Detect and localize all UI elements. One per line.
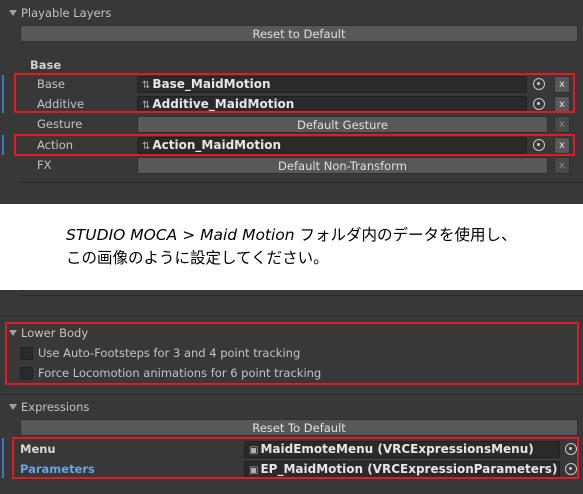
divider xyxy=(20,295,583,296)
bottom-panel: Lower Body Use Auto-Footsteps for 3 and … xyxy=(0,290,583,494)
note-line-1: STUDIO MOCA > Maid Motion フォルダ内のデータを使用し、 xyxy=(66,224,517,246)
divider xyxy=(0,316,583,317)
highlight-box xyxy=(5,322,579,385)
selection-bar xyxy=(2,135,4,155)
highlight-box xyxy=(12,437,579,479)
playable-layers-title[interactable]: Playable Layers xyxy=(21,6,111,20)
clear-gesture-button[interactable]: x xyxy=(554,116,570,133)
note-line-2: この画像のように設定してください。 xyxy=(66,249,329,267)
layer-label-fx: FX xyxy=(37,158,52,172)
foldout-arrow-icon[interactable] xyxy=(9,10,17,16)
default-gesture-button[interactable]: Default Gesture xyxy=(137,116,548,133)
reset-expressions-button[interactable]: Reset To Default xyxy=(20,419,578,436)
layer-label-gesture: Gesture xyxy=(37,117,83,131)
divider xyxy=(20,182,583,183)
selection-bar xyxy=(2,75,4,113)
highlight-box xyxy=(14,73,575,113)
base-group-title: Base xyxy=(30,58,62,72)
default-non-transform-button[interactable]: Default Non-Transform xyxy=(137,157,548,174)
foldout-arrow-icon[interactable] xyxy=(9,404,17,410)
note-line-1-text: フォルダ内のデータを使用し、 xyxy=(294,226,517,244)
expressions-title[interactable]: Expressions xyxy=(21,400,89,414)
reset-to-default-button[interactable]: Reset to Default xyxy=(20,25,578,42)
clear-fx-button[interactable]: x xyxy=(554,157,570,174)
note-folder-path: STUDIO MOCA > Maid Motion xyxy=(66,226,295,244)
selection-bar xyxy=(2,438,4,478)
instruction-note: STUDIO MOCA > Maid Motion フォルダ内のデータを使用し、… xyxy=(0,204,583,290)
highlight-box xyxy=(14,134,575,156)
playable-layers-panel: Playable Layers Reset to Default Base Ba… xyxy=(0,0,583,204)
divider xyxy=(0,394,583,395)
